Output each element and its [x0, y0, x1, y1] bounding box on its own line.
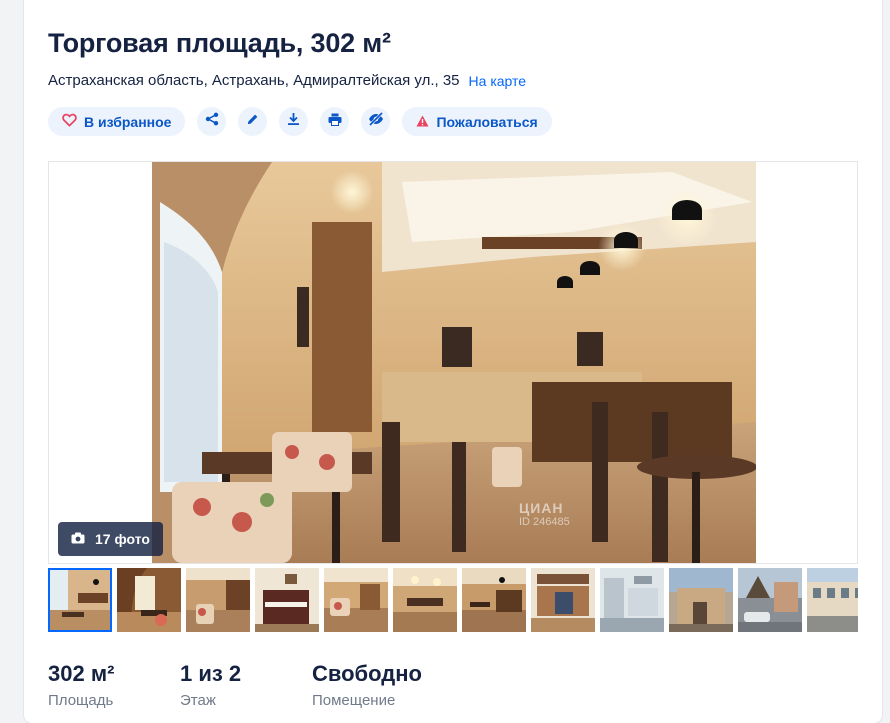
watermark: ЦИАН ID 246485 [519, 500, 570, 528]
report-label: Пожаловаться [436, 113, 538, 130]
stat-area-label: Площадь [48, 692, 114, 709]
favorite-button[interactable]: В избранное [48, 107, 186, 136]
pencil-icon [246, 113, 259, 131]
stat-premises-value: Свободно [312, 661, 422, 686]
heart-icon [62, 113, 77, 130]
photo-count-label: 17 фото [95, 531, 150, 547]
thumbnail-3[interactable] [186, 568, 250, 632]
key-stats: 302 м² Площадь 1 из 2 Этаж Свободно Поме… [48, 661, 472, 709]
thumbnail-2[interactable] [117, 568, 181, 632]
watermark-brand: ЦИАН [519, 500, 564, 516]
stat-floor-value: 1 из 2 [180, 661, 242, 686]
thumbnail-5[interactable] [324, 568, 388, 632]
thumbnail-8[interactable] [531, 568, 595, 632]
thumbnail-10[interactable] [669, 568, 733, 632]
page-title: Торговая площадь, 302 м² [48, 28, 391, 58]
share-button[interactable] [197, 107, 227, 136]
warning-icon [416, 114, 429, 130]
download-icon [287, 112, 300, 131]
photo-gallery: ЦИАН ID 246485 17 фото [48, 161, 858, 564]
edit-button[interactable] [238, 107, 268, 136]
stat-premises: Свободно Помещение [312, 661, 472, 709]
stat-floor: 1 из 2 Этаж [180, 661, 312, 709]
stat-floor-label: Этаж [180, 692, 216, 709]
thumbnail-12[interactable] [807, 568, 858, 632]
stat-area: 302 м² Площадь [48, 661, 180, 709]
thumbnail-9[interactable] [600, 568, 664, 632]
thumbnail-11[interactable] [738, 568, 802, 632]
print-button[interactable] [320, 107, 350, 136]
stat-premises-label: Помещение [312, 692, 396, 709]
main-photo[interactable] [152, 162, 756, 563]
share-icon [205, 112, 219, 131]
thumbnail-4[interactable] [255, 568, 319, 632]
favorite-label: В избранное [84, 113, 172, 130]
thumbnail-strip [48, 568, 858, 632]
eye-off-icon [368, 111, 384, 131]
thumbnail-1[interactable] [48, 568, 112, 632]
address-text: Астраханская область, Астрахань, Адмирал… [48, 72, 460, 89]
camera-icon [71, 531, 85, 547]
watermark-id: ID 246485 [519, 516, 570, 528]
print-icon [328, 113, 342, 131]
photo-count-button[interactable]: 17 фото [58, 522, 163, 556]
action-bar: В избранное Пожаловаться [48, 107, 552, 136]
map-link[interactable]: На карте [469, 73, 527, 89]
address-row: Астраханская область, Астрахань, Адмирал… [48, 72, 526, 89]
download-button[interactable] [279, 107, 309, 136]
listing-card: Торговая площадь, 302 м² Астраханская об… [24, 0, 882, 723]
thumbnail-7[interactable] [462, 568, 526, 632]
report-button[interactable]: Пожаловаться [402, 107, 552, 136]
stat-area-value: 302 м² [48, 661, 115, 686]
thumbnail-6[interactable] [393, 568, 457, 632]
hide-button[interactable] [361, 107, 391, 136]
